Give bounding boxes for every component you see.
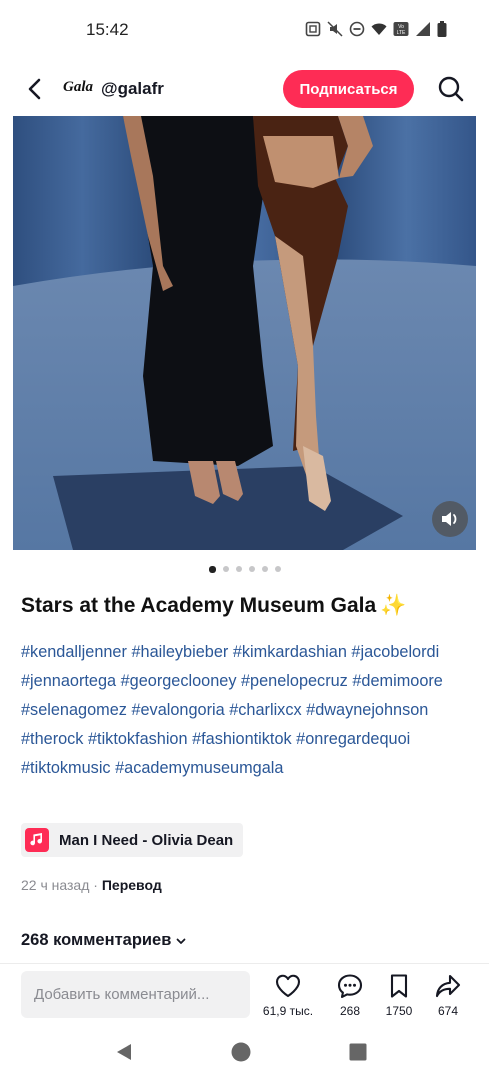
likes-count: 61,9 тыс. (262, 1004, 314, 1018)
search-button[interactable] (436, 74, 466, 104)
post-title: Stars at the Academy Museum Gala ✨ (21, 594, 406, 618)
hashtag-link[interactable]: #fashiontiktok (192, 730, 292, 748)
search-icon (438, 76, 464, 102)
dnd-icon (349, 21, 365, 37)
volte-icon: Vo LTE (393, 21, 409, 37)
hashtag-link[interactable]: #onregardequoi (296, 730, 410, 748)
comment-bubble-icon (337, 974, 363, 999)
wifi-icon (371, 21, 387, 37)
meta-separator: · (89, 877, 102, 893)
carousel-dot (248, 566, 255, 572)
saves-count: 1750 (385, 1004, 413, 1018)
share-button[interactable]: 674 (418, 972, 478, 1018)
status-time: 15:42 (86, 20, 129, 39)
hashtag-link[interactable]: #haileybieber (131, 643, 228, 661)
triangle-back-icon (117, 1044, 131, 1060)
like-button[interactable]: 61,9 тыс. (258, 972, 318, 1018)
header: Gala @galafr Подписаться (0, 62, 489, 116)
music-title: Man I Need - Olivia Dean (59, 831, 234, 849)
comments-toggle[interactable]: 268 комментариев (21, 931, 187, 950)
bookmark-icon (390, 974, 408, 998)
carousel-dot (261, 566, 268, 572)
carousel-dot (274, 566, 281, 572)
username[interactable]: @galafr (101, 79, 164, 99)
share-arrow-icon (435, 974, 461, 998)
mute-icon (327, 21, 343, 37)
music-link[interactable]: Man I Need - Olivia Dean (21, 823, 244, 857)
chevron-down-icon (176, 938, 186, 944)
follow-button[interactable]: Подписаться (283, 70, 414, 108)
music-note-icon (25, 828, 49, 852)
nav-home-button[interactable] (230, 1041, 252, 1063)
circle-home-icon (231, 1042, 251, 1062)
mute-button[interactable] (432, 501, 468, 537)
hashtag-link[interactable]: #tiktokfashion (88, 730, 188, 748)
back-button[interactable] (20, 74, 50, 104)
nav-recents-button[interactable] (347, 1041, 369, 1063)
sparkle-emoji: ✨ (380, 594, 407, 617)
hashtag-list: #kendalljenner #haileybieber #kimkardash… (21, 638, 471, 783)
svg-text:LTE: LTE (397, 30, 406, 36)
comments-count: 268 (339, 1004, 361, 1018)
status-icons: Vo LTE (305, 21, 447, 37)
hashtag-link[interactable]: #charlixcx (229, 701, 301, 719)
comments-count-label: 268 комментариев (21, 931, 172, 949)
square-recents-icon (349, 1043, 367, 1061)
status-bar: 15:42 Vo LTE (0, 0, 489, 62)
carousel-dot (235, 566, 242, 572)
shares-count: 674 (437, 1004, 459, 1018)
hashtag-link[interactable]: #evalongoria (131, 701, 224, 719)
hashtag-link[interactable]: #academymuseumgala (115, 759, 283, 777)
hashtag-link[interactable]: #penelopecruz (241, 672, 348, 690)
divider (0, 963, 489, 964)
hashtag-link[interactable]: #demimoore (352, 672, 443, 690)
post-title-text: Stars at the Academy Museum Gala (21, 594, 377, 617)
carousel-dot (208, 565, 216, 573)
post-meta: 22 ч назад · Перевод (21, 877, 162, 893)
battery-icon (437, 21, 447, 37)
chevron-left-icon (28, 78, 41, 100)
hashtag-link[interactable]: #georgeclooney (121, 672, 237, 690)
system-nav-bar (0, 1030, 489, 1080)
brand-logo: Gala (63, 79, 93, 95)
signal-icon (415, 21, 431, 37)
hashtag-link[interactable]: #kimkardashian (233, 643, 347, 661)
hashtag-link[interactable]: #selenagomez (21, 701, 127, 719)
hashtag-link[interactable]: #jennaortega (21, 672, 116, 690)
hashtag-link[interactable]: #tiktokmusic (21, 759, 111, 777)
nfc-icon (305, 21, 321, 37)
photo-image (13, 116, 476, 550)
post-time: 22 ч назад (21, 877, 90, 893)
comment-input[interactable] (21, 971, 250, 1018)
carousel-dot (222, 566, 229, 572)
carousel-indicator (0, 565, 489, 573)
heart-icon (275, 974, 301, 998)
hashtag-link[interactable]: #jacobelordi (351, 643, 439, 661)
hashtag-link[interactable]: #dwaynejohnson (306, 701, 428, 719)
speaker-icon (442, 512, 457, 526)
hashtag-link[interactable]: #kendalljenner (21, 643, 127, 661)
post-photo[interactable] (13, 116, 476, 550)
hashtag-link[interactable]: #therock (21, 730, 83, 748)
translate-link[interactable]: Перевод (102, 877, 162, 893)
nav-back-button[interactable] (113, 1041, 135, 1063)
